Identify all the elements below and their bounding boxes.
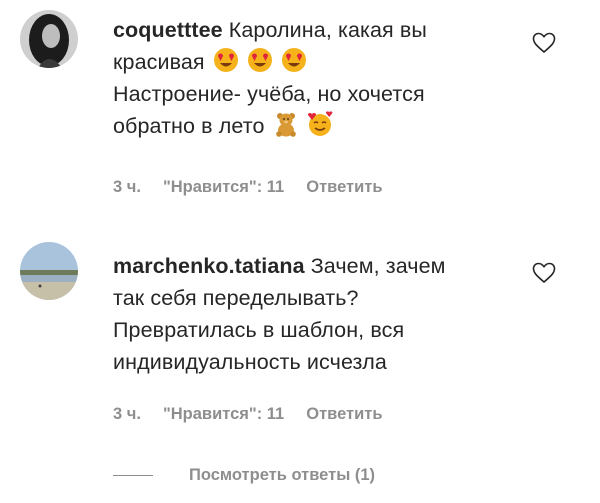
- avatar-image: [20, 242, 78, 300]
- avatar[interactable]: [20, 242, 78, 300]
- comment-text: coquetttee Каролина, какая вы красивая Н…: [113, 14, 513, 142]
- comment-line: Настроение- учёба, но хочется: [113, 82, 425, 106]
- comment-line: так себя переделывать?: [113, 286, 359, 310]
- smiling-face-with-hearts-emoji: [307, 111, 333, 136]
- like-heart-icon[interactable]: [532, 262, 556, 284]
- comment-line: красивая: [113, 50, 205, 74]
- heart-eyes-emoji: [213, 48, 238, 72]
- reply-button[interactable]: Ответить: [306, 178, 382, 196]
- heart-eyes-emoji: [281, 48, 306, 72]
- like-heart-icon[interactable]: [532, 32, 556, 54]
- username[interactable]: marchenko.tatiana: [113, 254, 305, 278]
- comment-line: индивидуальность исчезла: [113, 350, 387, 374]
- teddy-bear-emoji: [275, 113, 296, 137]
- view-replies-button[interactable]: Посмотреть ответы (1): [113, 466, 375, 485]
- likes-count[interactable]: "Нравится": 11: [163, 178, 284, 196]
- comment-time[interactable]: 3 ч.: [113, 405, 141, 423]
- comment-line: обратно в лето: [113, 114, 265, 138]
- comment-meta: 3 ч. "Нравится": 11 Ответить: [113, 178, 382, 197]
- heart-eyes-emoji: [247, 48, 272, 72]
- comment-time[interactable]: 3 ч.: [113, 178, 141, 196]
- avatar-image: [20, 10, 78, 68]
- comment-line: Превратилась в шаблон, вся: [113, 318, 405, 342]
- username[interactable]: coquetttee: [113, 18, 223, 42]
- comment-meta: 3 ч. "Нравится": 11 Ответить: [113, 405, 382, 424]
- avatar[interactable]: [20, 10, 78, 68]
- comment-line: Каролина, какая вы: [228, 18, 427, 42]
- comment-text: marchenko.tatiana Зачем, зачем так себя п…: [113, 250, 513, 378]
- view-replies-label: Посмотреть ответы (1): [189, 466, 376, 484]
- divider-line: [113, 475, 153, 476]
- comment-line: Зачем, зачем: [310, 254, 446, 278]
- reply-button[interactable]: Ответить: [306, 405, 382, 423]
- likes-count[interactable]: "Нравится": 11: [163, 405, 284, 423]
